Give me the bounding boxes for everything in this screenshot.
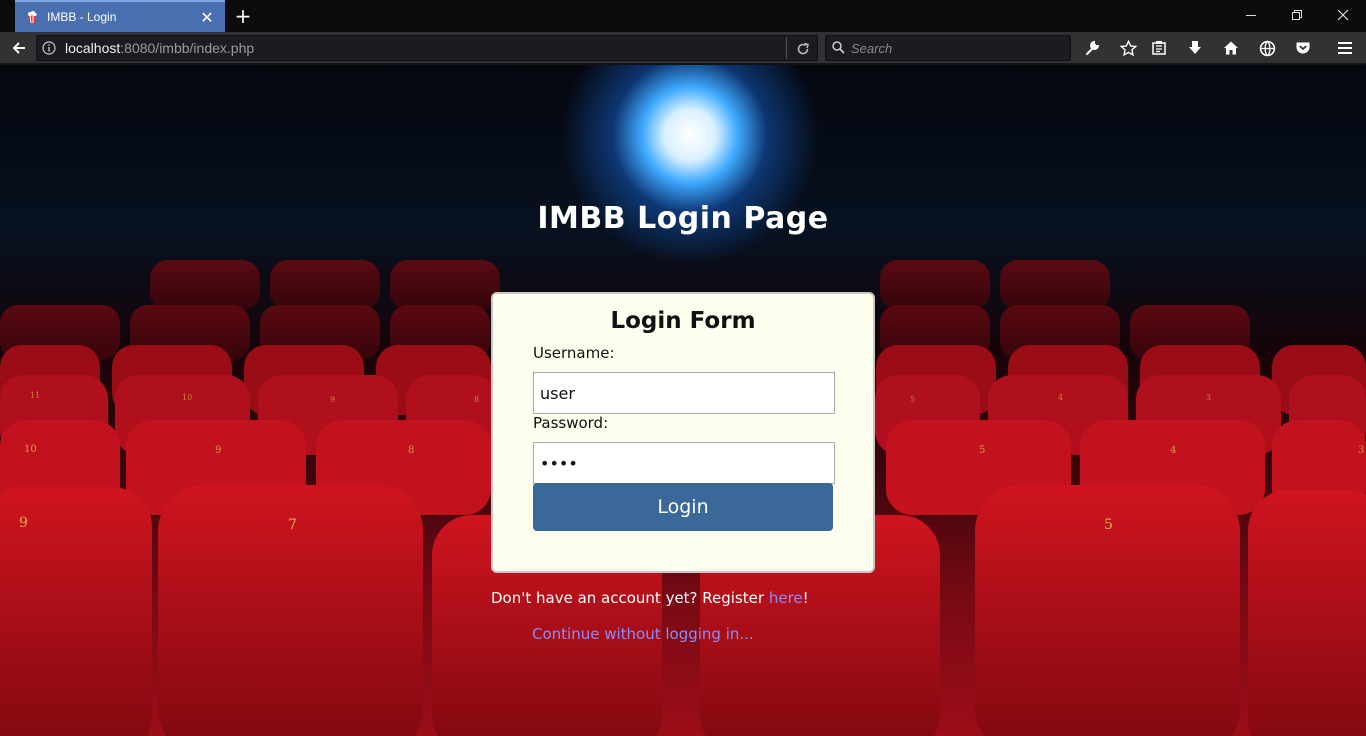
pocket-icon[interactable] xyxy=(1290,36,1316,60)
username-field[interactable] xyxy=(533,372,835,414)
svg-text:8: 8 xyxy=(474,395,479,404)
svg-text:9: 9 xyxy=(330,395,335,404)
reload-icon[interactable] xyxy=(793,39,813,59)
window-close-icon[interactable] xyxy=(1320,0,1366,30)
svg-text:9: 9 xyxy=(215,445,221,456)
svg-text:10: 10 xyxy=(182,393,192,402)
svg-text:3: 3 xyxy=(1206,393,1211,402)
register-prompt: Don't have an account yet? Register here… xyxy=(491,589,809,607)
username-label: Username: xyxy=(533,344,615,362)
svg-text:5: 5 xyxy=(1104,517,1113,533)
search-icon xyxy=(832,39,845,58)
svg-text:8: 8 xyxy=(408,445,414,456)
password-label: Password: xyxy=(533,414,609,432)
login-form-card: Login Form Username: Password: Login xyxy=(491,292,875,573)
popcorn-icon xyxy=(25,10,39,24)
register-link[interactable]: here xyxy=(769,589,803,607)
register-suffix: ! xyxy=(802,589,809,607)
page-background: 975 10 9 8 543 11 10 9 8543 IMBB Login Page … xyxy=(0,65,1366,736)
tab-title: IMBB - Login xyxy=(47,10,117,24)
search-bar[interactable] xyxy=(825,35,1071,61)
register-prefix: Don't have an account yet? Register xyxy=(491,589,769,607)
home-icon[interactable] xyxy=(1218,36,1244,60)
form-heading: Login Form xyxy=(610,308,756,334)
wrench-icon[interactable] xyxy=(1079,36,1105,60)
close-icon[interactable]: ✕ xyxy=(197,8,217,27)
minimize-icon[interactable] xyxy=(1228,0,1274,30)
url-bar[interactable]: localhost:8080/imbb/index.php xyxy=(36,35,818,61)
login-button[interactable]: Login xyxy=(533,483,833,531)
back-icon[interactable] xyxy=(6,36,32,60)
password-field[interactable] xyxy=(533,442,835,484)
star-icon[interactable] xyxy=(1115,36,1141,60)
info-icon[interactable] xyxy=(37,41,61,55)
svg-text:7: 7 xyxy=(288,517,297,533)
tab-bar: IMBB - Login ✕ + xyxy=(0,0,1366,32)
svg-text:3: 3 xyxy=(1358,445,1364,456)
svg-text:5: 5 xyxy=(910,395,915,404)
svg-text:5: 5 xyxy=(979,445,985,456)
menu-icon[interactable] xyxy=(1332,36,1358,60)
url-host: localhost xyxy=(65,40,121,56)
navigation-toolbar: localhost:8080/imbb/index.php xyxy=(0,32,1366,64)
continue-without-login-link[interactable]: Continue without logging in... xyxy=(532,625,754,643)
svg-text:4: 4 xyxy=(1058,393,1063,402)
restore-icon[interactable] xyxy=(1274,0,1320,30)
extension-icon[interactable] xyxy=(1254,36,1280,60)
svg-text:4: 4 xyxy=(1170,445,1176,456)
page-title: IMBB Login Page xyxy=(537,201,829,236)
reading-list-icon[interactable] xyxy=(1146,36,1172,60)
new-tab-button[interactable]: + xyxy=(232,4,254,28)
url-divider xyxy=(786,37,787,59)
tab-imbb-login[interactable]: IMBB - Login ✕ xyxy=(15,0,225,32)
search-input[interactable] xyxy=(851,40,1051,56)
svg-text:9: 9 xyxy=(19,515,28,531)
download-icon[interactable] xyxy=(1182,36,1208,60)
url-path: :8080/imbb/index.php xyxy=(120,40,255,56)
svg-text:11: 11 xyxy=(30,391,40,400)
svg-text:10: 10 xyxy=(24,444,37,455)
